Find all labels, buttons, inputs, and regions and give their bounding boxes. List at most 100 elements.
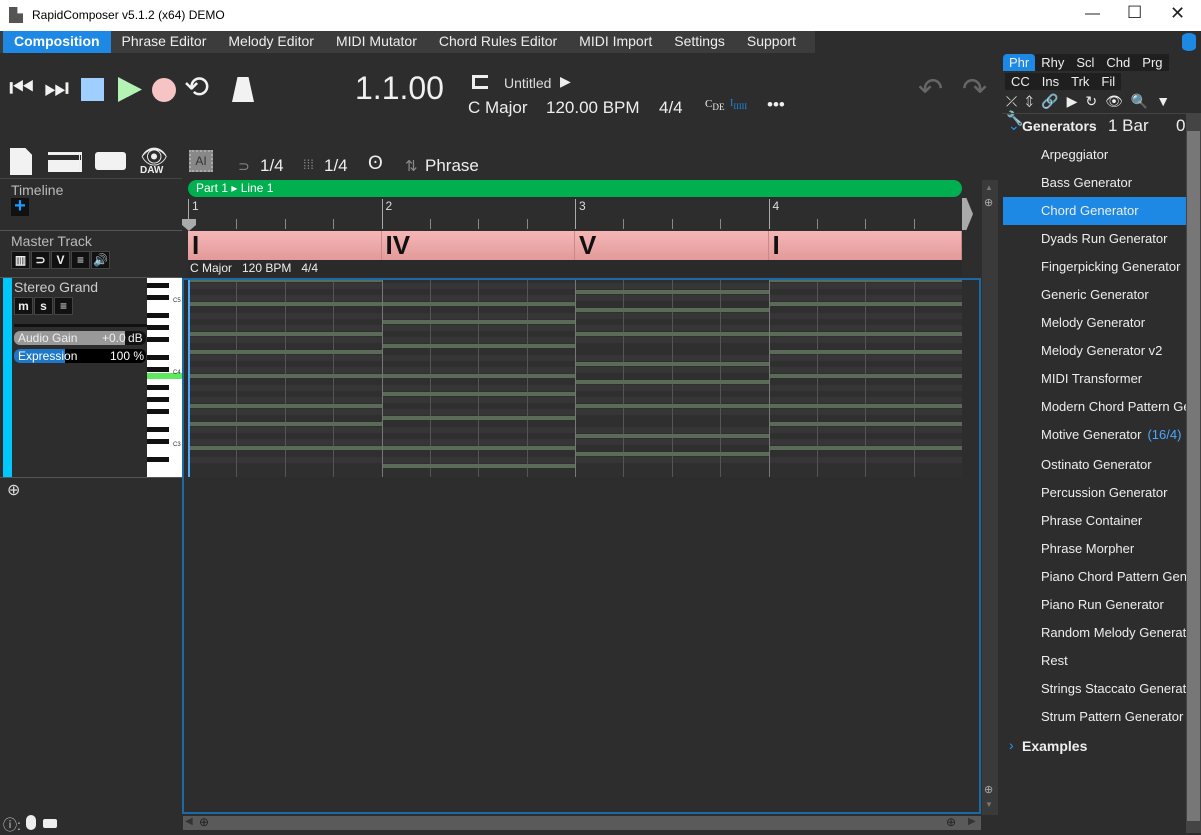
generator-item[interactable]: Piano Chord Pattern Generator [1003,563,1186,591]
generator-item[interactable]: Melody Generator v2 [1003,337,1186,365]
undo-icon[interactable]: ↶ [918,72,943,107]
note[interactable] [189,374,382,378]
note[interactable] [189,332,382,336]
eye-icon[interactable]: 👁 [1105,93,1131,109]
piano-black-key[interactable] [147,337,169,342]
solo-button[interactable]: s [34,297,53,315]
note[interactable] [189,404,382,408]
tab-trk[interactable]: Trk [1065,73,1096,90]
database-icon[interactable] [1182,33,1196,51]
menu-midi-import[interactable]: MIDI Import [568,31,663,53]
note[interactable] [576,380,769,384]
redo-icon[interactable]: ↷ [962,72,987,107]
generator-item[interactable]: Phrase Container [1003,507,1186,535]
key-display[interactable]: C Major [468,98,528,118]
note[interactable] [189,350,382,354]
note[interactable] [382,320,575,324]
note[interactable] [382,302,575,306]
note[interactable] [576,290,769,294]
grid-value[interactable]: 1/4 [324,156,348,176]
note[interactable] [769,280,962,282]
tab-fil[interactable]: Fil [1095,73,1122,90]
generator-item[interactable]: Bass Generator [1003,169,1186,197]
song-name[interactable]: Untitled [504,75,551,91]
metronome-icon[interactable] [232,77,254,102]
note[interactable] [382,446,575,450]
piano-black-key[interactable] [147,427,169,432]
note[interactable] [769,446,962,450]
add-timeline-button[interactable]: + [11,196,29,216]
filter-icon[interactable]: ▼ [1156,93,1178,109]
menu-phrase-editor[interactable]: Phrase Editor [111,31,218,53]
part-bar[interactable]: Part 1 ▸ Line 1 [188,180,962,197]
expression-slider[interactable]: Expression 100 % [14,349,146,363]
sort-arrows-icon[interactable]: ⇅ [405,157,418,175]
piano-black-key[interactable] [147,355,169,360]
generator-item[interactable]: Strum Pattern Generator [1003,703,1186,731]
note[interactable] [382,464,575,468]
menu-melody-editor[interactable]: Melody Editor [217,31,325,53]
piano-black-key[interactable] [147,409,169,414]
menu-support[interactable]: Support [736,31,807,53]
info-icon[interactable]: ⓘ: [3,815,21,835]
note[interactable] [576,308,769,312]
loop-small-icon[interactable]: ⊃ [31,251,50,269]
chevron-right-icon[interactable]: › [1009,737,1014,753]
piano-black-key[interactable] [147,397,169,402]
generator-item[interactable]: Melody Generator [1003,309,1186,337]
ear-icon[interactable]: ʘ [368,153,383,175]
note[interactable] [576,362,769,366]
generator-item[interactable]: MIDI Transformer [1003,365,1186,393]
menu-composition[interactable]: Composition [3,31,111,53]
generator-item[interactable]: Fingerpicking Generator [1003,253,1186,281]
generator-item[interactable]: Rest [1003,647,1186,675]
note[interactable] [189,422,382,426]
note[interactable] [769,404,962,408]
skip-forward-icon[interactable]: ⏭ [44,72,69,105]
chord-block[interactable]: V [575,231,769,260]
note[interactable] [769,332,962,336]
tab-scl[interactable]: Scl [1070,54,1101,71]
note[interactable] [576,434,769,438]
note[interactable] [382,344,575,348]
chord-block[interactable]: I [188,231,382,260]
menu-settings[interactable]: Settings [663,31,736,53]
more-button[interactable]: ••• [767,95,785,115]
stop-button[interactable] [81,78,104,101]
note[interactable] [382,392,575,396]
pattern-icon[interactable] [95,152,126,170]
track-name[interactable]: Stereo Grand [14,279,98,295]
menu-chord-rules-editor[interactable]: Chord Rules Editor [428,31,568,53]
generator-item[interactable]: Percussion Generator [1003,479,1186,507]
mode-value[interactable]: Phrase [425,156,479,176]
horizontal-scrollbar[interactable]: ◀ ⊕ ⊕ ▶ [183,815,981,830]
note-grid[interactable] [188,280,962,477]
menu-midi-mutator[interactable]: MIDI Mutator [325,31,428,53]
generator-item[interactable]: Chord Generator [1003,197,1186,225]
generator-item[interactable]: Dyads Run Generator [1003,225,1186,253]
piano-black-key[interactable] [147,457,169,462]
note[interactable] [189,302,382,306]
note[interactable] [576,452,769,456]
piano-black-key[interactable] [147,325,169,330]
track-menu-icon[interactable]: ≡ [54,297,73,315]
note[interactable] [769,374,962,378]
time-signature-display[interactable]: 4/4 [659,98,683,118]
generator-item[interactable]: Random Melody Generator [1003,619,1186,647]
roman-numerals-icon[interactable]: IIIIII [730,98,747,111]
note[interactable] [189,446,382,450]
audio-gain-slider[interactable]: Audio Gain +0.0 dB [14,331,146,345]
chord-block[interactable]: IV [381,231,575,260]
note[interactable] [382,374,575,378]
piano-black-key[interactable] [147,295,169,300]
piano-black-key[interactable] [147,385,169,390]
vertical-scrollbar[interactable]: ▲ ⊕ ⊕ ▼ [982,180,998,815]
song-tree-icon[interactable] [472,75,488,89]
note[interactable] [769,422,962,426]
play-icon[interactable]: ▶ [1067,93,1086,109]
examples-folder[interactable]: Examples [1022,738,1087,754]
snap-value[interactable]: 1/4 [260,156,284,176]
speaker-icon[interactable]: 🔊 [91,251,110,269]
generator-item[interactable]: Phrase Morpher [1003,535,1186,563]
piano-keyboard[interactable]: C5 C4 C3 [147,278,182,477]
